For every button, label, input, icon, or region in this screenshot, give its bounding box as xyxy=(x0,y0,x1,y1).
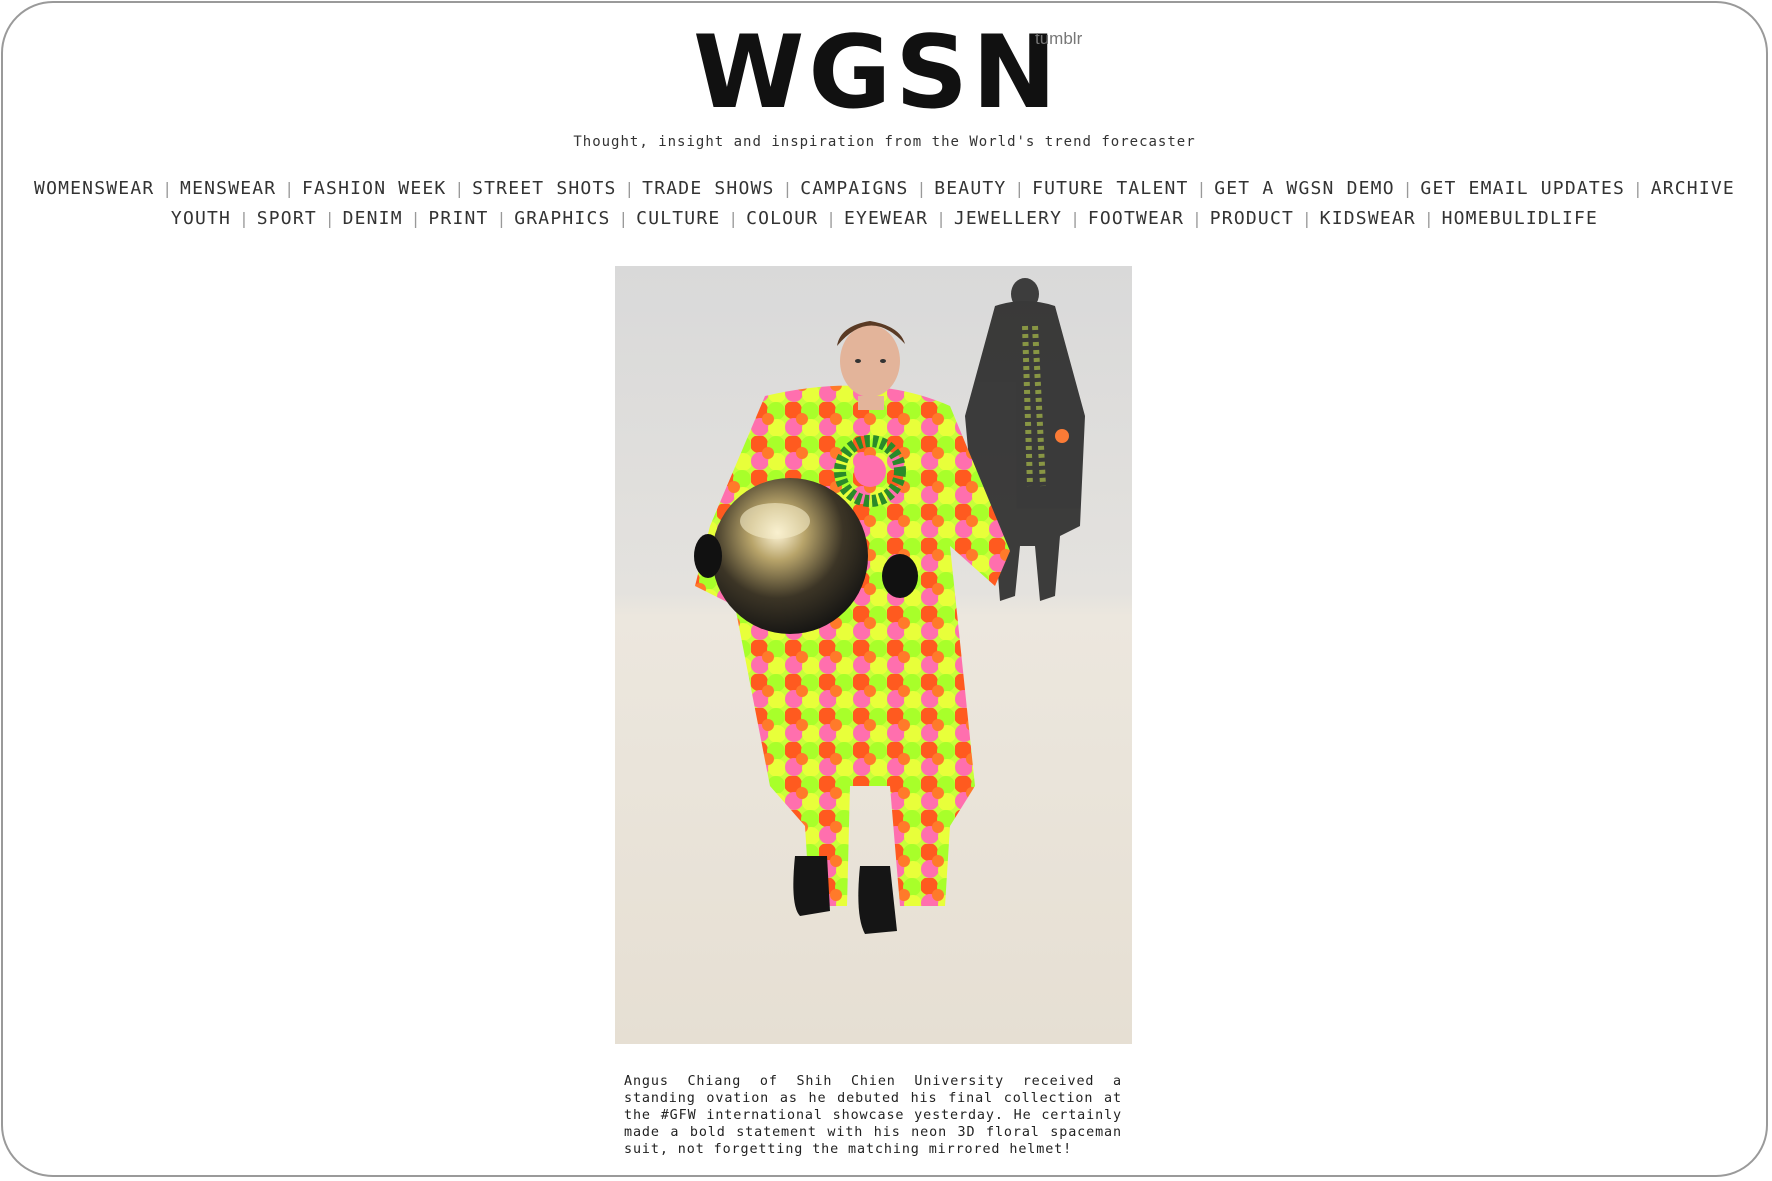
nav-link-archive[interactable]: ARCHIVE xyxy=(1651,178,1735,199)
nav-link-fashion-week[interactable]: FASHION WEEK xyxy=(302,178,446,199)
nav-separator: | xyxy=(916,179,927,198)
nav-link-menswear[interactable]: MENSWEAR xyxy=(180,178,276,199)
nav-link-footwear[interactable]: FOOTWEAR xyxy=(1088,208,1184,229)
nav-separator: | xyxy=(454,179,465,198)
nav-row-secondary: YOUTH | SPORT | DENIM | PRINT | GRAPHICS | CULTURE… xyxy=(3,208,1766,229)
nav-separator: | xyxy=(239,209,249,228)
nav-separator: | xyxy=(826,209,836,228)
nav-separator: | xyxy=(1070,209,1080,228)
nav-link-trade-shows[interactable]: TRADE SHOWS xyxy=(642,178,774,199)
nav-separator: | xyxy=(1423,209,1434,228)
nav-separator: | xyxy=(1402,179,1413,198)
nav-separator: | xyxy=(1192,209,1202,228)
nav-separator: | xyxy=(782,179,793,198)
logo-tumblr-label: tumblr xyxy=(1035,29,1083,48)
nav-separator: | xyxy=(728,209,739,228)
site-logo[interactable]: WGSN tumblr xyxy=(693,13,1093,131)
nav-link-graphics[interactable]: GRAPHICS xyxy=(514,208,610,229)
nav-link-campaigns[interactable]: CAMPAIGNS xyxy=(800,178,908,199)
nav-separator: | xyxy=(1633,179,1643,198)
logo-wordmark: WGSN xyxy=(693,13,1061,131)
nav-separator: | xyxy=(162,179,173,198)
nav-link-denim[interactable]: DENIM xyxy=(343,208,403,229)
nav-link-homebulidlife[interactable]: HOMEBULIDLIFE xyxy=(1442,208,1598,229)
nav-link-culture[interactable]: CULTURE xyxy=(636,208,720,229)
nav-link-print[interactable]: PRINT xyxy=(428,208,488,229)
nav-link-youth[interactable]: YOUTH xyxy=(171,208,231,229)
nav-link-eyewear[interactable]: EYEWEAR xyxy=(844,208,928,229)
nav-link-get-a-wgsn-demo[interactable]: GET A WGSN DEMO xyxy=(1214,178,1395,199)
nav-separator: | xyxy=(324,209,335,228)
nav-link-kidswear[interactable]: KIDSWEAR xyxy=(1320,208,1416,229)
post-photo[interactable] xyxy=(615,266,1132,1044)
nav-row-primary: WOMENSWEAR | MENSWEAR | FASHION WEEK | STREET … xyxy=(3,178,1766,199)
nav-link-future-talent[interactable]: FUTURE TALENT xyxy=(1032,178,1188,199)
nav-link-sport[interactable]: SPORT xyxy=(257,208,317,229)
nav-link-beauty[interactable]: BEAUTY xyxy=(934,178,1006,199)
nav-separator: | xyxy=(936,209,946,228)
nav-separator: | xyxy=(624,179,635,198)
nav-link-jewellery[interactable]: JEWELLERY xyxy=(954,208,1062,229)
nav-separator: | xyxy=(496,209,507,228)
nav-separator: | xyxy=(284,179,294,198)
browser-frame: WGSN tumblr Thought, insight and inspira… xyxy=(1,1,1768,1177)
nav-link-street-shots[interactable]: STREET SHOTS xyxy=(472,178,616,199)
runway-image xyxy=(615,266,1132,1044)
nav-link-get-email-updates[interactable]: GET EMAIL UPDATES xyxy=(1420,178,1625,199)
nav-separator: | xyxy=(1196,179,1207,198)
nav-separator: | xyxy=(1014,179,1025,198)
site-tagline: Thought, insight and inspiration from th… xyxy=(573,134,1196,150)
nav-separator: | xyxy=(1302,209,1312,228)
nav-link-womenswear[interactable]: WOMENSWEAR xyxy=(34,178,154,199)
nav-separator: | xyxy=(410,209,421,228)
nav-link-colour[interactable]: COLOUR xyxy=(746,208,818,229)
nav-separator: | xyxy=(618,209,629,228)
post-caption: Angus Chiang of Shih Chien University re… xyxy=(624,1074,1122,1157)
nav-link-product[interactable]: PRODUCT xyxy=(1210,208,1294,229)
